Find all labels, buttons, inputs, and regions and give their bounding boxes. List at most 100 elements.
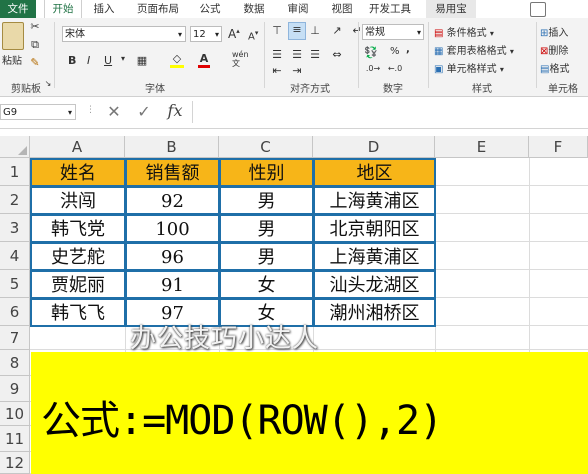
- align-center-icon[interactable]: ☰: [290, 48, 304, 61]
- row-header-5[interactable]: 5: [0, 270, 30, 298]
- row-header-12[interactable]: 12: [0, 452, 30, 474]
- column-header-f[interactable]: F: [529, 136, 588, 158]
- formula-bar: G9 ▾ ⋮ ✕ ✓ fx: [0, 97, 588, 129]
- format-painter-icon[interactable]: ✎: [28, 56, 42, 69]
- select-all-corner[interactable]: [0, 136, 30, 158]
- table-header-gender[interactable]: 性别: [219, 158, 314, 187]
- align-right-icon[interactable]: ☰: [308, 48, 322, 61]
- table-cell-name[interactable]: 贾妮丽: [30, 270, 126, 299]
- row-header-3[interactable]: 3: [0, 214, 30, 242]
- feedback-icon[interactable]: [530, 2, 546, 17]
- formula-input[interactable]: [192, 101, 588, 123]
- paste-button[interactable]: 粘贴: [2, 52, 22, 67]
- fill-color-icon[interactable]: ◇: [170, 52, 184, 68]
- orientation-icon[interactable]: ↗: [330, 24, 344, 37]
- tab-home[interactable]: 开始: [44, 0, 82, 18]
- column-header-c[interactable]: C: [219, 136, 313, 158]
- tab-file[interactable]: 文件: [0, 0, 36, 18]
- table-cell-sales[interactable]: 100: [125, 214, 220, 243]
- tab-developer[interactable]: 开发工具: [362, 0, 418, 18]
- underline-button[interactable]: U: [104, 54, 112, 67]
- table-cell-gender[interactable]: 男: [219, 214, 314, 243]
- bold-button[interactable]: B: [68, 54, 76, 67]
- table-cell-gender[interactable]: 男: [219, 186, 314, 215]
- chevron-down-icon[interactable]: ▾: [118, 54, 128, 63]
- number-format-select[interactable]: 常规 ▾: [362, 24, 424, 40]
- percent-button[interactable]: %: [390, 46, 400, 57]
- column-header-a[interactable]: A: [30, 136, 125, 158]
- tab-data[interactable]: 数据: [236, 0, 272, 18]
- table-cell-region[interactable]: 潮州湘桥区: [313, 298, 436, 327]
- name-box[interactable]: G9 ▾: [0, 104, 76, 120]
- increase-indent-icon[interactable]: ⇥: [290, 64, 304, 77]
- borders-icon[interactable]: ▦: [136, 54, 148, 67]
- italic-button[interactable]: I: [87, 54, 90, 67]
- table-cell-sales[interactable]: 91: [125, 270, 220, 299]
- font-color-icon[interactable]: A: [198, 52, 210, 68]
- column-header-d[interactable]: D: [313, 136, 435, 158]
- font-name-select[interactable]: 宋体 ▾: [62, 26, 186, 42]
- grow-font-button[interactable]: A▴: [228, 27, 240, 41]
- table-cell-sales[interactable]: 92: [125, 186, 220, 215]
- merge-center-icon[interactable]: ⇔: [330, 48, 344, 61]
- row-header-4[interactable]: 4: [0, 242, 30, 270]
- currency-icon[interactable]: 💱: [364, 46, 378, 59]
- table-header-sales[interactable]: 销售额: [125, 158, 220, 187]
- tab-review[interactable]: 审阅: [280, 0, 316, 18]
- row-header-8[interactable]: 8: [0, 350, 30, 376]
- cut-icon[interactable]: ✂: [28, 20, 42, 33]
- column-header-e[interactable]: E: [435, 136, 529, 158]
- column-header-b[interactable]: B: [125, 136, 219, 158]
- table-cell-gender[interactable]: 女: [219, 270, 314, 299]
- row-header-2[interactable]: 2: [0, 186, 30, 214]
- table-cell-region[interactable]: 上海黄浦区: [313, 186, 436, 215]
- table-cell-region[interactable]: 上海黄浦区: [313, 242, 436, 271]
- table-cell-name[interactable]: 韩飞飞: [30, 298, 126, 327]
- table-header-name[interactable]: 姓名: [30, 158, 126, 187]
- row-header-7[interactable]: 7: [0, 326, 30, 350]
- row-header-10[interactable]: 10: [0, 402, 30, 426]
- decrease-indent-icon[interactable]: ⇤: [270, 64, 284, 77]
- align-middle-icon[interactable]: ≡: [288, 22, 306, 40]
- phonetic-button[interactable]: wén 文: [232, 50, 249, 68]
- tab-insert[interactable]: 插入: [86, 0, 122, 18]
- tab-yiyongbao[interactable]: 易用宝: [426, 0, 476, 18]
- fx-icon[interactable]: fx: [164, 101, 186, 120]
- table-cell-name[interactable]: 韩飞党: [30, 214, 126, 243]
- dialog-launcher-icon[interactable]: ↘: [44, 79, 52, 88]
- copy-icon[interactable]: ⧉: [28, 38, 42, 52]
- table-cell-region[interactable]: 汕头龙湖区: [313, 270, 436, 299]
- align-top-icon[interactable]: ⊤: [270, 24, 284, 37]
- table-cell-region[interactable]: 北京朝阳区: [313, 214, 436, 243]
- table-cell-name[interactable]: 史艺舵: [30, 242, 126, 271]
- row-header-11[interactable]: 11: [0, 426, 30, 452]
- delete-cells-button[interactable]: ⊠删除: [540, 42, 568, 57]
- tab-formulas[interactable]: 公式: [192, 0, 228, 18]
- row-header-9[interactable]: 9: [0, 376, 30, 402]
- format-cells-button[interactable]: ▤格式: [540, 60, 569, 75]
- paste-icon[interactable]: [2, 22, 24, 50]
- table-cell-name[interactable]: 洪闯: [30, 186, 126, 215]
- table-header-region[interactable]: 地区: [313, 158, 436, 187]
- cancel-icon[interactable]: ✕: [104, 102, 124, 121]
- font-size-select[interactable]: 12 ▾: [190, 26, 222, 42]
- tab-view[interactable]: 视图: [324, 0, 360, 18]
- align-left-icon[interactable]: ☰: [270, 48, 284, 61]
- table-cell-sales[interactable]: 96: [125, 242, 220, 271]
- decrease-decimal-icon[interactable]: ←.0: [386, 64, 404, 73]
- align-bottom-icon[interactable]: ⊥: [308, 24, 322, 37]
- table-cell-gender[interactable]: 男: [219, 242, 314, 271]
- format-as-table-button[interactable]: ▦ 套用表格格式 ▾: [434, 42, 514, 57]
- conditional-format-button[interactable]: ▤ 条件格式 ▾: [434, 24, 494, 39]
- row-header-1[interactable]: 1: [0, 158, 30, 186]
- cells-group-label: 单元格: [548, 84, 578, 95]
- insert-cells-button[interactable]: ⊞插入: [540, 24, 568, 39]
- shrink-font-button[interactable]: A▾: [248, 29, 258, 42]
- group-divider: [54, 22, 55, 88]
- confirm-icon[interactable]: ✓: [134, 102, 154, 121]
- increase-decimal-icon[interactable]: .0→: [364, 64, 382, 73]
- comma-button[interactable]: ,: [406, 44, 410, 55]
- row-header-6[interactable]: 6: [0, 298, 30, 326]
- tab-page-layout[interactable]: 页面布局: [130, 0, 186, 18]
- cell-styles-button[interactable]: ▣ 单元格样式 ▾: [434, 60, 504, 75]
